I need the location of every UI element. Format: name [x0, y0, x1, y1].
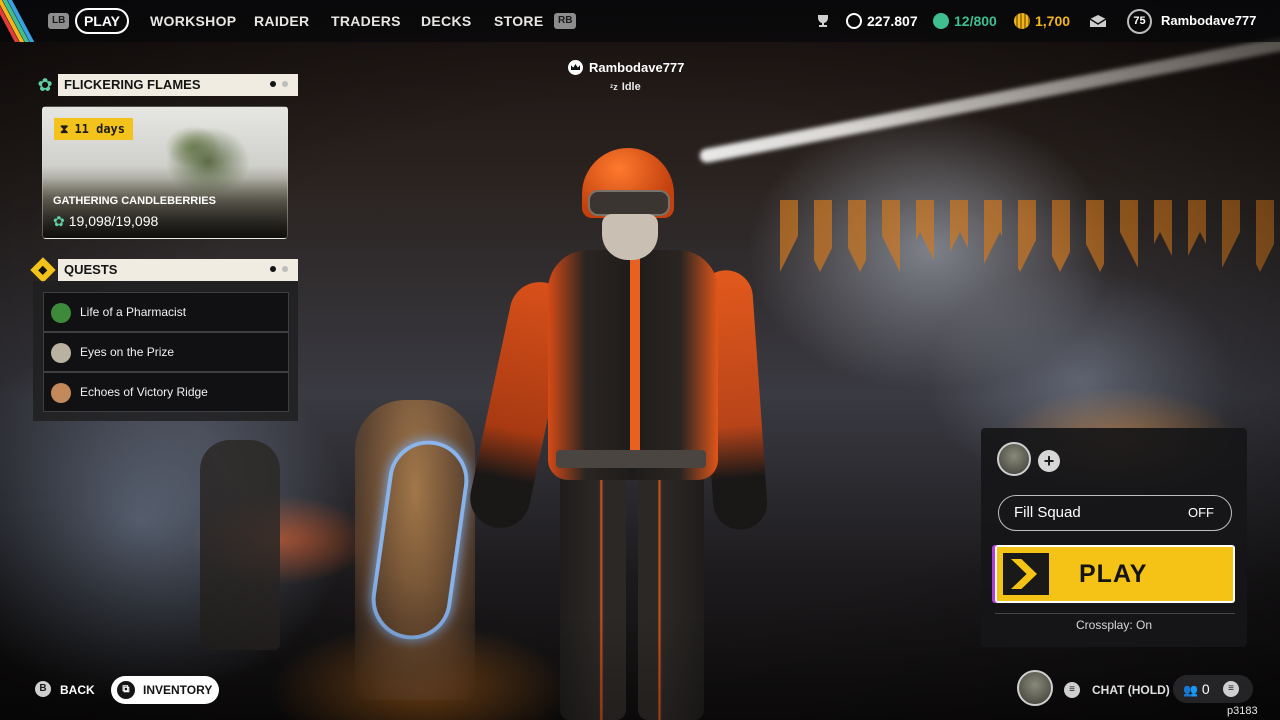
tokens-stat[interactable]: 12/800	[933, 12, 997, 30]
play-button[interactable]: PLAY	[995, 545, 1235, 603]
tab-traders[interactable]: TRADERS	[331, 12, 401, 30]
squad-member-avatar[interactable]	[997, 442, 1031, 476]
player-status-text: Idle	[621, 81, 641, 93]
party-count-button[interactable]: 👥 0 ≡	[1173, 675, 1253, 703]
quest-giver-avatar	[51, 303, 71, 323]
fill-squad-toggle[interactable]: Fill Squad OFF	[998, 495, 1232, 531]
menu-button-icon: ≡	[1223, 681, 1239, 697]
player-level-badge[interactable]: 75	[1127, 9, 1152, 34]
quests-header[interactable]: QUESTS	[58, 259, 298, 281]
trophy-icon[interactable]	[815, 12, 831, 30]
top-navigation-bar: LB PLAY WORKSHOP RAIDER TRADERS DECKS ST…	[0, 0, 1280, 42]
event-header[interactable]: FLICKERING FLAMES	[58, 74, 298, 96]
squad-divider	[995, 613, 1235, 614]
event-timer-text: 11 days	[74, 122, 126, 136]
party-icon: 👥	[1183, 683, 1198, 697]
event-page-dots	[264, 74, 288, 96]
brand-stripes	[0, 0, 44, 42]
event-progress: ✿ 19,098/19,098	[53, 213, 158, 230]
mail-icon[interactable]	[1089, 12, 1107, 30]
sleep-icon: ᶻz	[610, 82, 618, 92]
quest-item[interactable]: Echoes of Victory Ridge	[43, 372, 289, 412]
flower-icon: ✿	[53, 213, 65, 229]
gold-icon	[1014, 13, 1030, 29]
flower-icon: ✿	[37, 75, 53, 95]
squad-panel: + Fill Squad OFF PLAY Crossplay: On	[981, 428, 1247, 647]
quest-giver-avatar	[51, 383, 71, 403]
player-name: Rambodave777	[589, 60, 685, 75]
quests-list: Life of a Pharmacist Eyes on the Prize E…	[33, 281, 298, 421]
quest-label: Life of a Pharmacist	[80, 305, 187, 319]
coins-stat[interactable]: 227.807	[846, 12, 918, 30]
gold-value: 1,700	[1035, 13, 1071, 29]
menu-button-icon[interactable]: ≡	[1064, 682, 1080, 698]
token-icon	[933, 13, 949, 29]
profile-username[interactable]: Rambodave777	[1161, 12, 1256, 30]
b-button-icon[interactable]: B	[35, 681, 51, 697]
tab-raider[interactable]: RAIDER	[254, 12, 309, 30]
party-count: 0	[1201, 681, 1210, 697]
player-nameplate: Rambodave777 ᶻz Idle	[568, 59, 688, 93]
tab-decks[interactable]: DECKS	[421, 12, 472, 30]
player-status: ᶻz Idle	[610, 81, 688, 93]
coins-value: 227.807	[867, 13, 918, 29]
gold-stat[interactable]: 1,700	[1014, 12, 1070, 30]
quest-item[interactable]: Life of a Pharmacist	[43, 292, 289, 332]
fill-squad-label: Fill Squad	[1014, 504, 1081, 521]
quest-label: Eyes on the Prize	[80, 345, 175, 359]
tab-workshop[interactable]: WORKSHOP	[150, 12, 236, 30]
lb-key-hint[interactable]: LB	[48, 13, 70, 29]
chevron-right-icon	[1003, 553, 1049, 595]
tab-store[interactable]: STORE	[494, 12, 543, 30]
event-progress-value: 19,098/19,098	[68, 213, 159, 229]
crown-icon	[568, 60, 583, 75]
crossplay-status: Crossplay: On	[1075, 618, 1153, 632]
chat-speaker-avatar	[1017, 670, 1053, 706]
quests-page-dots	[264, 259, 288, 281]
event-header-title: FLICKERING FLAMES	[64, 77, 201, 92]
build-id: p3183	[1227, 705, 1258, 717]
quest-item[interactable]: Eyes on the Prize	[43, 332, 289, 372]
inventory-label: INVENTORY	[143, 683, 213, 697]
quest-giver-avatar	[51, 343, 71, 363]
quests-header-title: QUESTS	[64, 262, 118, 277]
play-button-label: PLAY	[1079, 560, 1148, 588]
inventory-button[interactable]: ⧉ INVENTORY	[111, 676, 219, 704]
coin-icon	[846, 13, 862, 29]
event-card[interactable]: ⧗ 11 days GATHERING CANDLEBERRIES ✿ 19,098…	[42, 106, 288, 239]
add-squad-member-button[interactable]: +	[1038, 450, 1060, 472]
tab-play[interactable]: PLAY	[75, 8, 129, 34]
fill-squad-state: OFF	[1188, 505, 1214, 520]
quest-label: Echoes of Victory Ridge	[80, 385, 208, 399]
chat-hold-label[interactable]: CHAT (HOLD)	[1092, 683, 1170, 697]
view-button-icon: ⧉	[117, 681, 135, 699]
rb-key-hint[interactable]: RB	[554, 13, 577, 29]
back-button[interactable]: BACK	[60, 683, 95, 697]
event-timer: ⧗ 11 days	[54, 118, 134, 140]
hourglass-icon: ⧗	[60, 122, 69, 136]
tokens-value: 12/800	[954, 13, 997, 29]
event-title: GATHERING CANDLEBERRIES	[53, 195, 216, 207]
